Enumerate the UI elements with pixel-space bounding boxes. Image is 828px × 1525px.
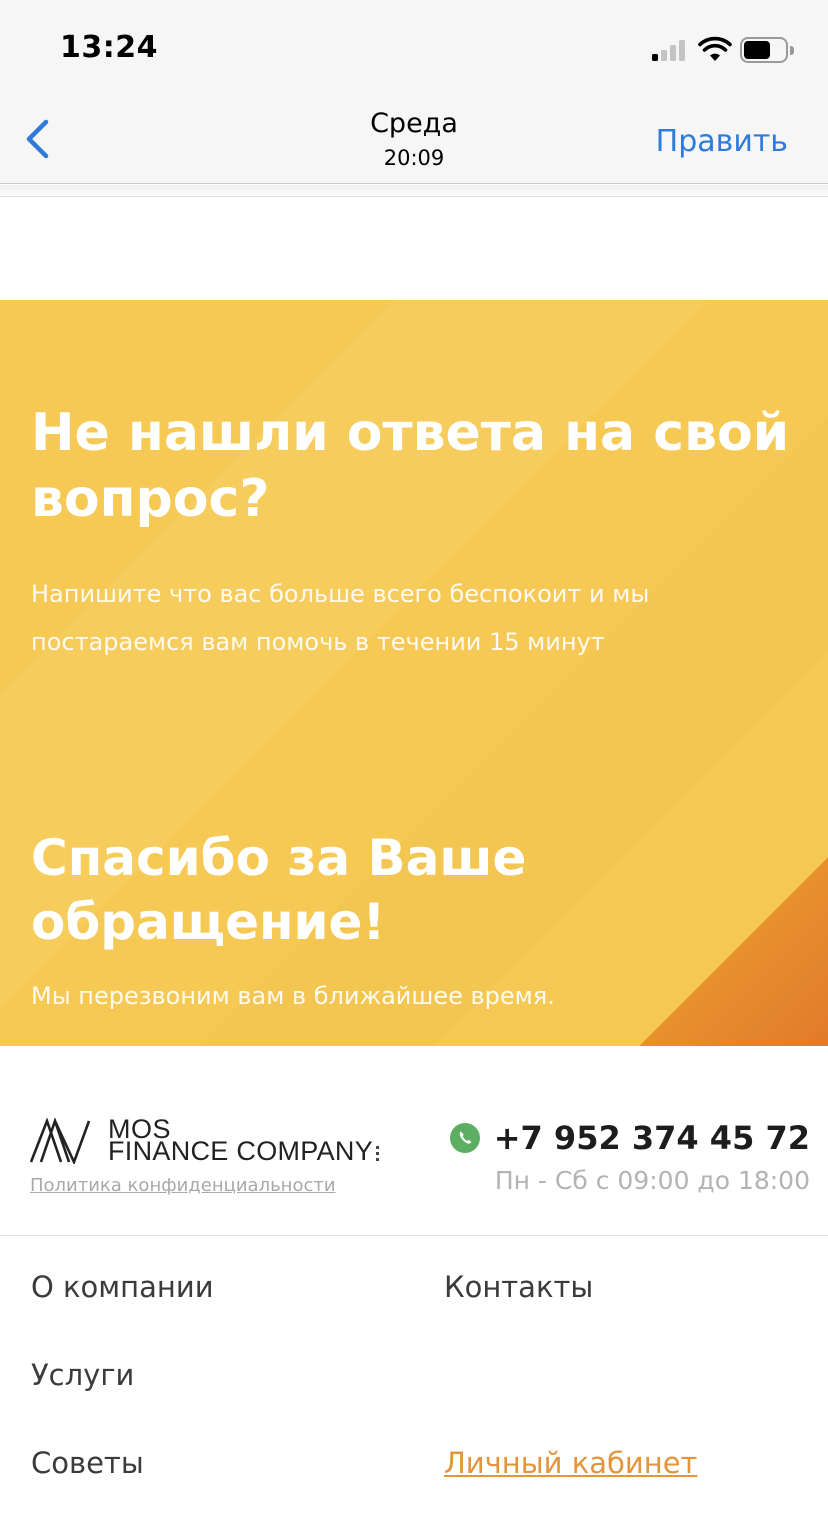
banner-text: Напишите что вас больше всего беспокоит …: [31, 580, 650, 656]
logo-mark-icon: [30, 1118, 91, 1164]
navigation-bar: Среда 20:09 Править: [0, 96, 828, 184]
menu-link-services[interactable]: Услуги: [31, 1358, 134, 1392]
phone-number[interactable]: +7 952 374 45 72: [494, 1119, 810, 1157]
thanks-text: Мы перезвоним вам в ближайшее время.: [31, 982, 555, 1010]
thanks-title: Спасибо за Ваше обращение!: [31, 829, 527, 951]
edit-button[interactable]: Править: [656, 124, 788, 159]
footer-divider: [0, 1235, 828, 1236]
email-viewer-screen: 13:24 Среда 20:09 Править Не нашли ответ…: [0, 0, 828, 1525]
menu-link-about[interactable]: О компании: [31, 1270, 214, 1304]
menu-link-contacts[interactable]: Контакты: [444, 1270, 593, 1304]
logo-text-finance-company: FINANCE COMPANY: [108, 1136, 374, 1166]
contact-banner: Не нашли ответа на свой вопрос? Напишите…: [0, 300, 828, 1046]
phone-icon: [449, 1123, 480, 1153]
menu-link-personal-account[interactable]: Личный кабинет: [444, 1446, 697, 1480]
privacy-policy-link[interactable]: Политика конфиденциальности: [30, 1175, 336, 1196]
signal-icon: [652, 39, 690, 61]
nav-divider: [0, 185, 828, 197]
menu-link-tips[interactable]: Советы: [31, 1446, 144, 1480]
logo-dots-icon: [376, 1146, 382, 1164]
status-time: 13:24: [60, 30, 158, 65]
working-hours: Пн - Сб с 09:00 до 18:00: [494, 1166, 810, 1195]
phone-contact[interactable]: +7 952 374 45 72: [449, 1118, 810, 1158]
company-logo[interactable]: MOS FINANCE COMPANY: [30, 1114, 390, 1170]
banner-title: Не нашли ответа на свой вопрос?: [31, 403, 790, 529]
status-bar: 13:24: [0, 0, 828, 96]
wifi-icon: [698, 36, 732, 61]
battery-icon: [740, 37, 794, 63]
